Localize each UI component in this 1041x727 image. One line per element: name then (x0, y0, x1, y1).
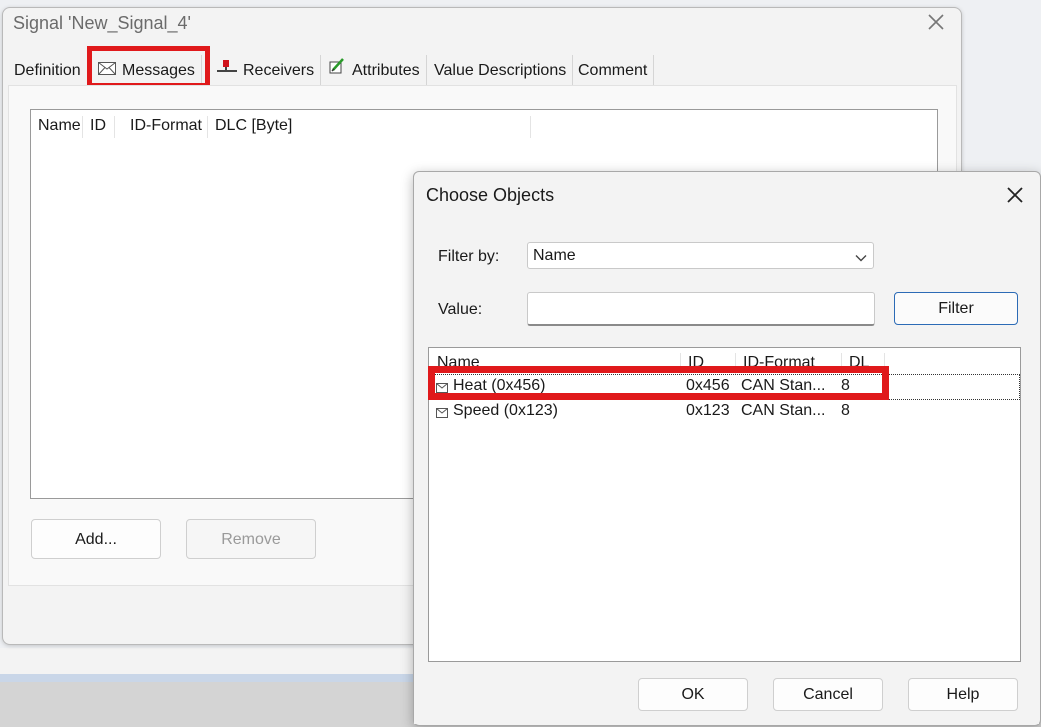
list-item[interactable]: Heat (0x456) 0x456 CAN Stan... 8 (429, 374, 1020, 400)
filter-button[interactable]: Filter (894, 292, 1018, 325)
column-header-dlc[interactable]: DLC [Byte] (208, 116, 531, 138)
value-input[interactable] (527, 292, 875, 326)
row-id-format: CAN Stan... (741, 402, 826, 419)
signal-window-close-icon[interactable] (924, 10, 948, 34)
row-id-format: CAN Stan... (741, 377, 826, 394)
tab-messages[interactable]: Messages (92, 55, 202, 85)
column-header-name[interactable]: Name (31, 116, 83, 138)
tab-definition[interactable]: Definition (8, 55, 88, 85)
remove-button[interactable]: Remove (186, 519, 316, 559)
tab-comment[interactable]: Comment (572, 55, 655, 85)
tab-comment-label: Comment (578, 62, 648, 79)
signal-window-title: Signal 'New_Signal_4' (13, 13, 191, 33)
tab-attributes-label: Attributes (352, 62, 420, 80)
chevron-down-icon (855, 250, 867, 268)
envelope-icon (436, 380, 448, 398)
envelope-icon (436, 405, 448, 423)
row-name: Heat (0x456) (453, 377, 546, 394)
help-button[interactable]: Help (908, 678, 1018, 711)
filter-by-select[interactable]: Name (527, 242, 874, 269)
column-header-id[interactable]: ID (83, 116, 115, 138)
column-header-id-format[interactable]: ID-Format (735, 353, 842, 375)
signal-tabs: Definition Messages Receivers Attributes… (8, 55, 953, 85)
ok-button[interactable]: OK (638, 678, 748, 711)
value-label: Value: (438, 301, 483, 318)
tab-receivers[interactable]: Receivers (211, 55, 322, 87)
choose-objects-title: Choose Objects (426, 185, 555, 205)
filter-by-value: Name (533, 247, 576, 264)
choose-objects-close-icon[interactable] (1003, 183, 1027, 207)
list-item[interactable]: Speed (0x123) 0x123 CAN Stan... 8 (429, 400, 1019, 424)
row-dl: 8 (841, 402, 850, 419)
tab-definition-label: Definition (14, 62, 81, 79)
row-name: Speed (0x123) (453, 402, 558, 419)
tab-value-descriptions[interactable]: Value Descriptions (428, 55, 574, 85)
row-dl: 8 (841, 377, 850, 394)
row-id: 0x456 (686, 377, 730, 394)
filter-by-label: Filter by: (438, 248, 500, 265)
row-id: 0x123 (686, 402, 730, 419)
tab-value-descriptions-label: Value Descriptions (434, 62, 567, 79)
add-button[interactable]: Add... (31, 519, 161, 559)
objects-list[interactable]: Name ID ID-Format DL Heat (0x456) 0x456 … (428, 347, 1021, 662)
cancel-button[interactable]: Cancel (773, 678, 883, 711)
envelope-icon (98, 55, 116, 87)
column-header-id[interactable]: ID (680, 353, 736, 375)
attributes-icon (328, 55, 346, 87)
column-header-dl[interactable]: DL (841, 353, 885, 375)
tab-attributes[interactable]: Attributes (322, 55, 427, 85)
tab-receivers-label: Receivers (243, 62, 315, 80)
receiver-icon (217, 55, 237, 87)
column-header-id-format[interactable]: ID-Format (123, 116, 208, 138)
column-header-name[interactable]: Name (429, 353, 681, 375)
tab-messages-label: Messages (122, 62, 195, 80)
